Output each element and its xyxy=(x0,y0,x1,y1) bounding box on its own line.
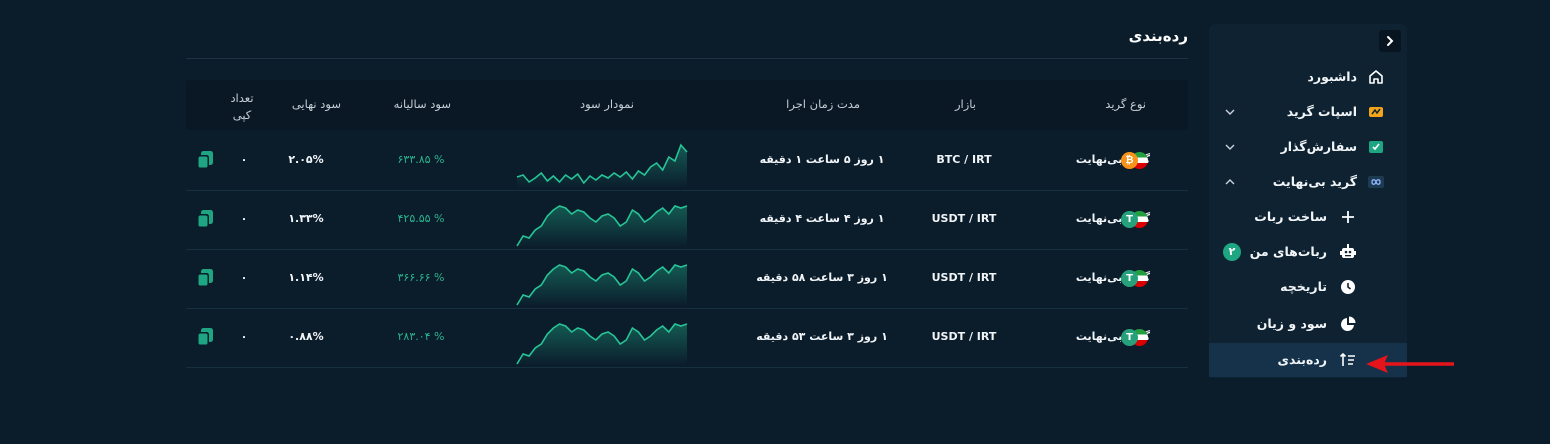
duration-cell: ۱ روز ۵ ساعت ۱ دقیقه xyxy=(759,153,885,166)
duration-cell: ۱ روز ۳ ساعت ۵۸ دقیقه xyxy=(756,271,888,284)
annual-profit-cell: % ۳۶۶.۶۶ xyxy=(397,271,445,284)
bitcoin-icon: ₿ xyxy=(1121,152,1138,169)
copy-count-cell: ۰ xyxy=(240,330,248,343)
chevron-up-icon xyxy=(1225,179,1235,185)
table-row[interactable]: گرید بی‌نهایت USDT / IRT ۱ روز ۴ ساعت ۴ دق… xyxy=(186,190,1188,250)
sidebar-item-label: اسپات گرید xyxy=(1286,104,1357,119)
sidebar-item-label: رده‌بندی xyxy=(1277,352,1327,367)
order-placer-icon xyxy=(1367,138,1385,156)
final-profit-cell: ۱.۱۴% xyxy=(288,271,324,284)
sidebar-item-infinity-grid[interactable]: گرید بی‌نهایت xyxy=(1209,165,1407,199)
clock-icon xyxy=(1339,278,1357,296)
annual-profit-cell: % ۲۸۳.۰۴ xyxy=(397,330,445,343)
ranking-icon xyxy=(1339,351,1357,369)
sidebar-item-label: تاریخچه xyxy=(1280,279,1327,294)
profit-sparkline xyxy=(516,323,688,366)
sidebar-item-label: سفارش‌گذار xyxy=(1280,139,1357,154)
profit-sparkline xyxy=(516,264,688,307)
sidebar-item-history[interactable]: تاریخچه xyxy=(1209,270,1407,304)
copy-icon[interactable] xyxy=(194,208,216,230)
sidebar: داشبورد اسپات گرید سفارش‌گذار گرید بی‌نه… xyxy=(1209,24,1407,378)
market-cell: USDT / IRT xyxy=(931,271,997,284)
tether-icon: T xyxy=(1121,270,1138,287)
copy-icon[interactable] xyxy=(194,326,216,348)
sidebar-item-label: ساخت ربات xyxy=(1254,209,1327,224)
final-profit-cell: ۰.۸۸% xyxy=(288,330,324,343)
sidebar-item-my-bots[interactable]: ربات‌های من ۲ xyxy=(1209,235,1407,269)
copy-count-cell: ۰ xyxy=(240,271,248,284)
header-grid-type: نوع گرید xyxy=(1105,97,1146,111)
header-final-profit: سود نهایی xyxy=(291,97,341,111)
annual-profit-cell: % ۴۲۵.۵۵ xyxy=(397,212,445,225)
sidebar-item-label: سود و زیان xyxy=(1256,316,1327,331)
annual-profit-cell: % ۶۳۳.۸۵ xyxy=(397,153,445,166)
table-header: نوع گرید بازار مدت زمان اجرا نمودار سود … xyxy=(186,80,1188,130)
copy-icon[interactable] xyxy=(194,149,216,171)
sidebar-item-spot-grid[interactable]: اسپات گرید xyxy=(1209,95,1407,129)
coin-pair-icon: T xyxy=(1121,270,1153,288)
final-profit-cell: ۱.۳۳% xyxy=(288,212,324,225)
chevron-down-icon xyxy=(1225,144,1235,150)
title-divider xyxy=(186,58,1188,59)
sparkline-area xyxy=(517,145,687,189)
robot-icon xyxy=(1339,243,1357,261)
header-annual-profit: سود سالیانه xyxy=(393,97,451,111)
market-cell: USDT / IRT xyxy=(931,212,997,225)
spot-grid-icon xyxy=(1367,103,1385,121)
pie-chart-icon xyxy=(1339,315,1357,333)
tether-icon: T xyxy=(1121,211,1138,228)
header-copy-count: تعداد کپی xyxy=(230,91,254,122)
copy-count-cell: ۰ xyxy=(240,153,248,166)
sparkline-area xyxy=(517,324,687,366)
header-market: بازار xyxy=(954,97,976,111)
market-cell: USDT / IRT xyxy=(931,330,997,343)
home-icon xyxy=(1367,68,1385,86)
sidebar-item-label: داشبورد xyxy=(1307,69,1357,84)
duration-cell: ۱ روز ۳ ساعت ۵۳ دقیقه xyxy=(756,330,888,343)
sparkline-area xyxy=(517,265,687,307)
collapse-sidebar-button[interactable] xyxy=(1379,30,1401,52)
tether-icon: T xyxy=(1121,329,1138,346)
chevron-right-icon xyxy=(1387,36,1394,46)
sidebar-item-label: گرید بی‌نهایت xyxy=(1272,174,1357,189)
sidebar-item-create-bot[interactable]: ساخت ربات xyxy=(1209,200,1407,234)
coin-pair-icon: T xyxy=(1121,211,1153,229)
profit-sparkline xyxy=(516,205,688,248)
copy-icon[interactable] xyxy=(194,267,216,289)
market-cell: BTC / IRT xyxy=(936,153,992,166)
sidebar-item-dashboard[interactable]: داشبورد xyxy=(1209,60,1407,94)
sparkline-area xyxy=(517,206,687,248)
red-pointer-arrow-icon xyxy=(1366,355,1454,373)
infinity-icon xyxy=(1367,173,1385,191)
coin-pair-icon: ₿ xyxy=(1121,152,1153,170)
page-title: رده‌بندی xyxy=(1128,27,1188,45)
sidebar-item-order-placer[interactable]: سفارش‌گذار xyxy=(1209,130,1407,164)
profit-sparkline xyxy=(516,143,688,189)
chevron-down-icon xyxy=(1225,109,1235,115)
table-row[interactable]: گرید بی‌نهایت USDT / IRT ۱ روز ۳ ساعت ۵۳ د… xyxy=(186,308,1188,368)
coin-pair-icon: T xyxy=(1121,329,1153,347)
table-row[interactable]: گرید بی‌نهایت BTC / IRT ۱ روز ۵ ساعت ۱ دقی… xyxy=(186,131,1188,191)
final-profit-cell: ۲.۰۵% xyxy=(288,153,324,166)
sidebar-item-label: ربات‌های من xyxy=(1249,244,1327,259)
duration-cell: ۱ روز ۴ ساعت ۴ دقیقه xyxy=(759,212,885,225)
sidebar-item-profit-loss[interactable]: سود و زیان xyxy=(1209,307,1407,341)
header-duration: مدت زمان اجرا xyxy=(786,97,860,111)
copy-count-cell: ۰ xyxy=(240,212,248,225)
plus-icon xyxy=(1339,208,1357,226)
table-row[interactable]: گرید بی‌نهایت USDT / IRT ۱ روز ۳ ساعت ۵۸ د… xyxy=(186,249,1188,309)
header-profit-chart: نمودار سود xyxy=(579,97,634,111)
my-bots-count-badge: ۲ xyxy=(1223,243,1241,261)
